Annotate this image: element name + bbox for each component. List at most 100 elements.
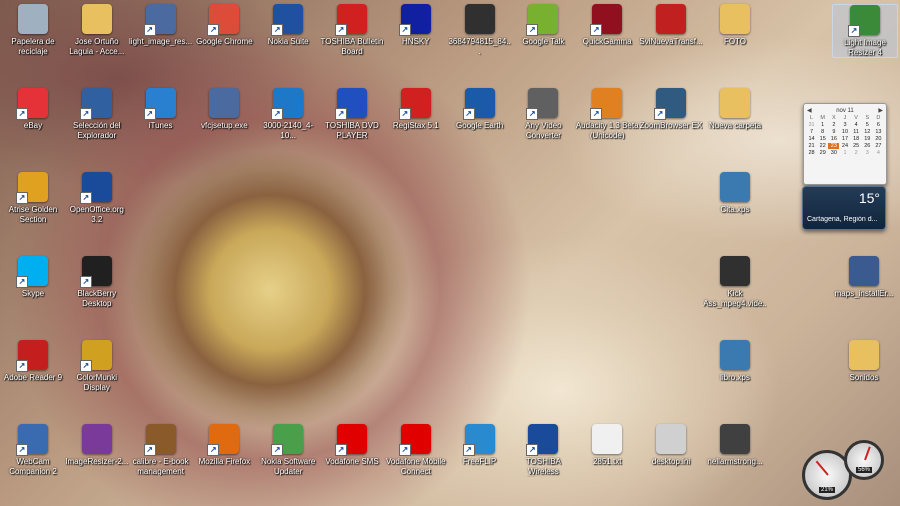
desktop-icon[interactable]: Atrise Golden Section (1, 172, 65, 224)
desktop-icon[interactable]: Any Video Converter (511, 88, 575, 140)
desktop-icon[interactable]: Skype (1, 256, 65, 299)
desktop-icon[interactable]: iTunes (129, 88, 193, 131)
desktop-icon[interactable]: vfcjsetup.exe (192, 88, 256, 131)
desktop-icon[interactable]: FreeFLIP (448, 424, 512, 467)
desktop-icon[interactable]: HNSKY (384, 4, 448, 47)
desktop-icon[interactable]: Audacity 1.3 Beta (Unicode) (575, 88, 639, 140)
cpu-meter-gadget[interactable]: 21% 56% (800, 438, 890, 500)
explorer-selection-icon (79, 88, 112, 120)
desktop-icon-label: Selección del Explorador (73, 121, 121, 140)
calendar-prev-button[interactable]: ◀ (807, 107, 812, 114)
desktop-icon[interactable]: OpenOffice.org 3.2 (65, 172, 129, 224)
desktop-icon[interactable]: nellarmstrong... (703, 424, 767, 467)
calendar-day[interactable]: 8 (817, 129, 828, 135)
desktop-icon[interactable]: Nokia Software Updater (256, 424, 320, 476)
desktop-icon[interactable]: calibre - E-book management (129, 424, 193, 476)
desktop-icon[interactable]: WebCam Companion 2 (1, 424, 65, 476)
desktop-icon[interactable]: libro.xps (703, 340, 767, 383)
calendar-day[interactable]: 9 (828, 129, 839, 135)
desktop-icon[interactable]: Mozilla Firefox (192, 424, 256, 467)
calendar-day[interactable]: 16 (828, 136, 839, 142)
desktop-icon[interactable]: Adobe Reader 9 (1, 340, 65, 383)
desktop-icon[interactable]: Light Image Resizer 4 (832, 4, 898, 58)
calendar-day[interactable]: 11 (851, 129, 862, 135)
calendar-day[interactable]: 7 (806, 129, 817, 135)
desktop-icon[interactable]: TOSHIBA DVD PLAYER (320, 88, 384, 140)
desktop-icon[interactable]: ZoomBrowser EX (639, 88, 703, 131)
desktop-icon[interactable]: RegiStax 5.1 (384, 88, 448, 131)
calendar-day[interactable]: 1 (839, 150, 850, 156)
desktop-icon[interactable]: Cita.xps (703, 172, 767, 215)
calendar-day[interactable]: 4 (851, 122, 862, 128)
calendar-day[interactable]: 3 (839, 122, 850, 128)
desktop-icon[interactable]: 2851.txt (575, 424, 639, 467)
calendar-day[interactable]: 17 (839, 136, 850, 142)
desktop-icon[interactable]: 3684794815_84... (448, 4, 512, 56)
desktop-icon[interactable]: Google Chrome (192, 4, 256, 47)
calendar-day[interactable]: 24 (839, 143, 850, 149)
calendar-day[interactable]: 2 (851, 150, 862, 156)
calendar-day[interactable]: 30 (828, 150, 839, 156)
desktop-icon[interactable]: Vodafone Mobile Connect (384, 424, 448, 476)
calendar-day[interactable]: 10 (839, 129, 850, 135)
desktop-icon-label: ColorMunki Display (76, 373, 118, 392)
desktop-icon[interactable]: Vodafone SMS (320, 424, 384, 467)
calendar-day[interactable]: 3 (862, 150, 873, 156)
folder-icon (81, 4, 112, 34)
weather-gadget[interactable]: 15° Cartagena, Región d... (802, 186, 886, 230)
calendar-next-button[interactable]: ▶ (878, 107, 883, 114)
calendar-day[interactable]: 18 (851, 136, 862, 142)
calendar-day[interactable]: 28 (806, 150, 817, 156)
image-file-icon (720, 424, 750, 454)
calendar-day[interactable]: 15 (817, 136, 828, 142)
desktop-icon[interactable]: Sonidos (832, 340, 896, 383)
calendar-gadget[interactable]: ◀ nov 11 ▶ L M X J V S D 31 1 2 3 4 5 6 7 8 9 10 11 12 13 14 1… (803, 103, 887, 185)
calendar-day[interactable]: 25 (851, 143, 862, 149)
desktop-icon[interactable]: Jose Ortuño Laguia - Acce... (65, 4, 129, 56)
desktop-icon[interactable]: Google Talk (511, 4, 575, 47)
google-earth-icon (462, 88, 495, 120)
calendar-day[interactable]: 14 (806, 136, 817, 142)
calendar-day[interactable]: 21 (806, 143, 817, 149)
desktop-icon-label: ZoomBrowser EX (639, 121, 703, 130)
desktop-icon[interactable]: Selección del Explorador (65, 88, 129, 140)
desktop-icon[interactable]: Papelera de reciclaje (1, 4, 65, 56)
desktop-icon-label: OpenOffice.org 3.2 (69, 205, 124, 224)
desktop-icon-label: calibre - E-book management (132, 457, 189, 476)
desktop-icon[interactable]: ColorMunki Display (65, 340, 129, 392)
calendar-day[interactable]: 5 (862, 122, 873, 128)
calendar-day[interactable]: 22 (817, 143, 828, 149)
desktop-icon[interactable]: QuickGamma (575, 4, 639, 47)
desktop-icon-label: Skype (21, 289, 45, 298)
desktop-icon[interactable]: ImageResizer-2... (65, 424, 129, 467)
calendar-day[interactable]: 23 (828, 143, 840, 149)
calendar-day[interactable]: 26 (862, 143, 873, 149)
desktop-icon[interactable]: Kick Ass_mpeg4.vide... (703, 256, 767, 309)
calendar-day[interactable]: 13 (873, 129, 884, 135)
desktop-icon[interactable]: TOSHIBA Bulletin Board (320, 4, 384, 56)
calendar-day[interactable]: 20 (873, 136, 884, 142)
calendar-day[interactable]: 12 (862, 129, 873, 135)
calendar-day[interactable]: 29 (817, 150, 828, 156)
calendar-day[interactable]: 6 (873, 122, 884, 128)
desktop-icon[interactable]: maps_installEr... (832, 256, 896, 299)
desktop-icon[interactable]: BlackBerry Desktop (65, 256, 129, 308)
desktop-icon[interactable]: eBay (1, 88, 65, 131)
desktop-icon[interactable]: light_image_res... (129, 4, 193, 47)
calendar-day[interactable]: 1 (817, 122, 828, 128)
calendar-day[interactable]: 19 (862, 136, 873, 142)
desktop-icon[interactable]: FOTO (703, 4, 767, 47)
desktop-icon[interactable]: SviNuevaTransf... (639, 4, 703, 47)
desktop-icon-label: Light Image Resizer 4 (844, 38, 886, 57)
desktop-icon[interactable]: desktop.ini (639, 424, 703, 467)
calendar-day[interactable]: 31 (806, 122, 817, 128)
desktop-icon[interactable]: TOSHIBA Wireless Manager (511, 424, 575, 477)
desktop-icon-label: Nokia Suite (267, 37, 309, 46)
desktop-icon[interactable]: Nueva carpeta (703, 88, 767, 131)
desktop-icon[interactable]: Google Earth (448, 88, 512, 131)
desktop-icon[interactable]: 3000-2140_4-10... (256, 88, 320, 140)
desktop-icon[interactable]: Nokia Suite (256, 4, 320, 47)
calendar-day[interactable]: 2 (828, 122, 839, 128)
calendar-day[interactable]: 27 (873, 143, 884, 149)
calendar-day[interactable]: 4 (873, 150, 884, 156)
